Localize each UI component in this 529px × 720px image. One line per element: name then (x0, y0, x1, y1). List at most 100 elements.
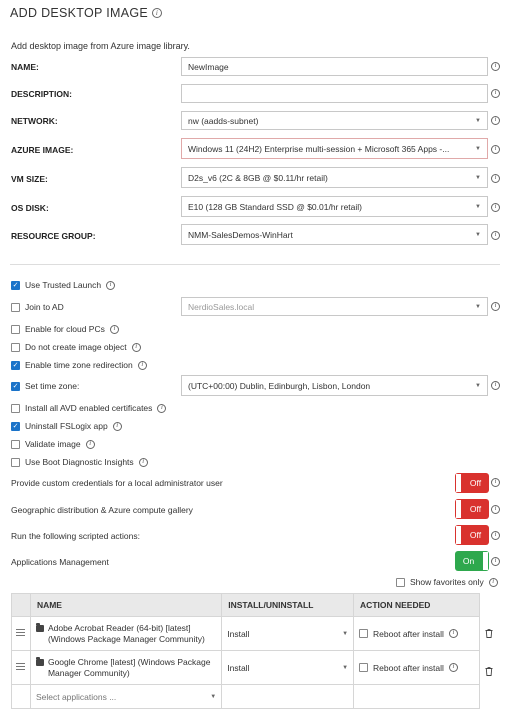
table-header-install: INSTALL/UNINSTALL (221, 593, 355, 617)
applications-management-label: Applications Management (11, 557, 109, 567)
option-label: Do not create image object (25, 342, 127, 352)
checkbox[interactable] (396, 577, 405, 587)
info-icon[interactable]: i (85, 439, 95, 449)
checkbox[interactable] (359, 663, 369, 672)
action-needed-cell: Reboot after install i (353, 650, 480, 685)
info-icon[interactable]: i (138, 457, 148, 467)
option-time-zone-redirection[interactable]: ✓ Enable time zone redirection i (11, 360, 147, 370)
info-icon[interactable]: i (491, 231, 500, 240)
drag-handle[interactable] (11, 616, 31, 651)
vm-size-select[interactable]: D2s_v6 (2C & 8GB @ $0.11/hr retail) ▼ (181, 167, 488, 188)
option-boot-diagnostic[interactable]: Use Boot Diagnostic Insights i (11, 457, 148, 467)
chevron-down-icon: ▼ (475, 382, 481, 389)
info-icon[interactable]: i (491, 145, 500, 154)
app-name-cell: Adobe Acrobat Reader (64-bit) [latest] (… (29, 616, 223, 651)
option-set-time-zone[interactable]: ✓ Set time zone: (11, 381, 79, 391)
option-join-to-ad[interactable]: Join to AD (11, 302, 64, 312)
option-uninstall-fslogix[interactable]: ✓ Uninstall FSLogix app i (11, 421, 122, 431)
azure-image-select[interactable]: Windows 11 (24H2) Enterprise multi-sessi… (181, 138, 488, 159)
info-icon[interactable]: i (491, 381, 500, 390)
chevron-down-icon: ▼ (475, 174, 481, 181)
checkbox-checked[interactable]: ✓ (11, 280, 20, 290)
drag-handle[interactable] (11, 650, 31, 685)
checkbox-checked[interactable]: ✓ (11, 360, 20, 370)
app-name-cell: Google Chrome [latest] (Windows Package … (29, 650, 223, 685)
info-icon[interactable]: i (491, 89, 500, 98)
reboot-after-install[interactable]: Reboot after install i (359, 663, 474, 673)
chevron-down-icon: ▼ (342, 630, 349, 637)
option-label: Use Trusted Launch (25, 280, 102, 290)
info-icon[interactable]: i (491, 116, 500, 125)
show-favorites-only[interactable]: Show favorites only i (396, 577, 498, 587)
package-icon (35, 622, 44, 632)
install-select[interactable]: Install ▼ (221, 650, 355, 685)
info-icon[interactable]: i (106, 280, 116, 290)
info-icon[interactable]: i (491, 478, 500, 487)
install-select[interactable]: Install ▼ (221, 616, 355, 651)
info-icon[interactable]: i (491, 302, 500, 311)
option-label: Enable for cloud PCs (25, 324, 105, 334)
description-input[interactable] (181, 84, 488, 103)
chevron-down-icon: ▼ (475, 145, 481, 152)
checkbox[interactable] (11, 439, 20, 449)
info-icon[interactable]: i (491, 505, 500, 514)
chevron-down-icon: ▼ (475, 203, 481, 210)
info-icon[interactable]: i (491, 557, 500, 566)
chevron-down-icon: ▼ (475, 231, 481, 238)
table-header-handle (11, 593, 31, 617)
checkbox[interactable] (11, 302, 20, 312)
trash-icon[interactable] (485, 629, 493, 638)
info-icon[interactable]: i (109, 324, 119, 334)
checkbox-checked[interactable]: ✓ (11, 381, 20, 391)
option-use-trusted-launch[interactable]: ✓ Use Trusted Launch i (11, 280, 116, 290)
info-icon[interactable]: i (491, 174, 500, 183)
checkbox[interactable] (359, 629, 369, 638)
info-icon[interactable]: i (488, 577, 498, 587)
name-input[interactable]: NewImage (181, 57, 488, 76)
option-label: Use Boot Diagnostic Insights (25, 457, 134, 467)
chevron-down-icon: ▼ (475, 303, 481, 310)
option-enable-cloud-pcs[interactable]: Enable for cloud PCs i (11, 324, 119, 334)
name-label: NAME: (11, 62, 39, 72)
option-label: Validate image (25, 439, 81, 449)
option-no-image-object[interactable]: Do not create image object i (11, 342, 141, 352)
checkbox[interactable] (11, 403, 20, 413)
checkbox[interactable] (11, 457, 20, 467)
checkbox[interactable] (11, 324, 20, 334)
scripted-actions-toggle[interactable]: Off (455, 525, 489, 545)
info-icon[interactable]: i (152, 8, 163, 18)
os-disk-select[interactable]: E10 (128 GB Standard SSD @ $0.01/hr reta… (181, 196, 488, 217)
info-icon[interactable]: i (491, 531, 500, 540)
custom-credentials-label: Provide custom credentials for a local a… (11, 478, 223, 488)
trash-icon[interactable] (485, 667, 493, 676)
info-icon[interactable]: i (491, 203, 500, 212)
info-icon[interactable]: i (131, 342, 141, 352)
empty-cell (221, 684, 355, 709)
info-icon[interactable]: i (448, 629, 458, 638)
checkbox-checked[interactable]: ✓ (11, 421, 20, 431)
option-install-avd-certificates[interactable]: Install all AVD enabled certificates i (11, 403, 167, 413)
chevron-down-icon: ▼ (475, 117, 481, 124)
info-icon[interactable]: i (112, 421, 122, 431)
applications-table: NAME INSTALL/UNINSTALL ACTION NEEDED Ado… (11, 593, 480, 709)
join-ad-domain-select: NerdioSales.local ▼ (181, 297, 488, 316)
custom-credentials-toggle[interactable]: Off (455, 473, 489, 493)
page-title-text: ADD DESKTOP IMAGE (10, 6, 149, 20)
applications-management-toggle[interactable]: On (455, 551, 489, 571)
table-header-action: ACTION NEEDED (353, 593, 480, 617)
reboot-after-install[interactable]: Reboot after install i (359, 629, 474, 639)
network-select[interactable]: nw (aadds-subnet) ▼ (181, 111, 488, 130)
action-needed-cell: Reboot after install i (353, 616, 480, 651)
select-applications-dropdown[interactable]: Select applications ... ▼ (29, 684, 223, 709)
toggle-knob (455, 499, 462, 519)
info-icon[interactable]: i (137, 360, 147, 370)
info-icon[interactable]: i (491, 62, 500, 71)
empty-cell (11, 684, 31, 709)
info-icon[interactable]: i (157, 403, 167, 413)
checkbox[interactable] (11, 342, 20, 352)
geo-distribution-toggle[interactable]: Off (455, 499, 489, 519)
time-zone-select[interactable]: (UTC+00:00) Dublin, Edinburgh, Lisbon, L… (181, 375, 488, 396)
option-validate-image[interactable]: Validate image i (11, 439, 95, 449)
resource-group-select[interactable]: NMM-SalesDemos-WinHart ▼ (181, 224, 488, 245)
info-icon[interactable]: i (448, 663, 458, 672)
